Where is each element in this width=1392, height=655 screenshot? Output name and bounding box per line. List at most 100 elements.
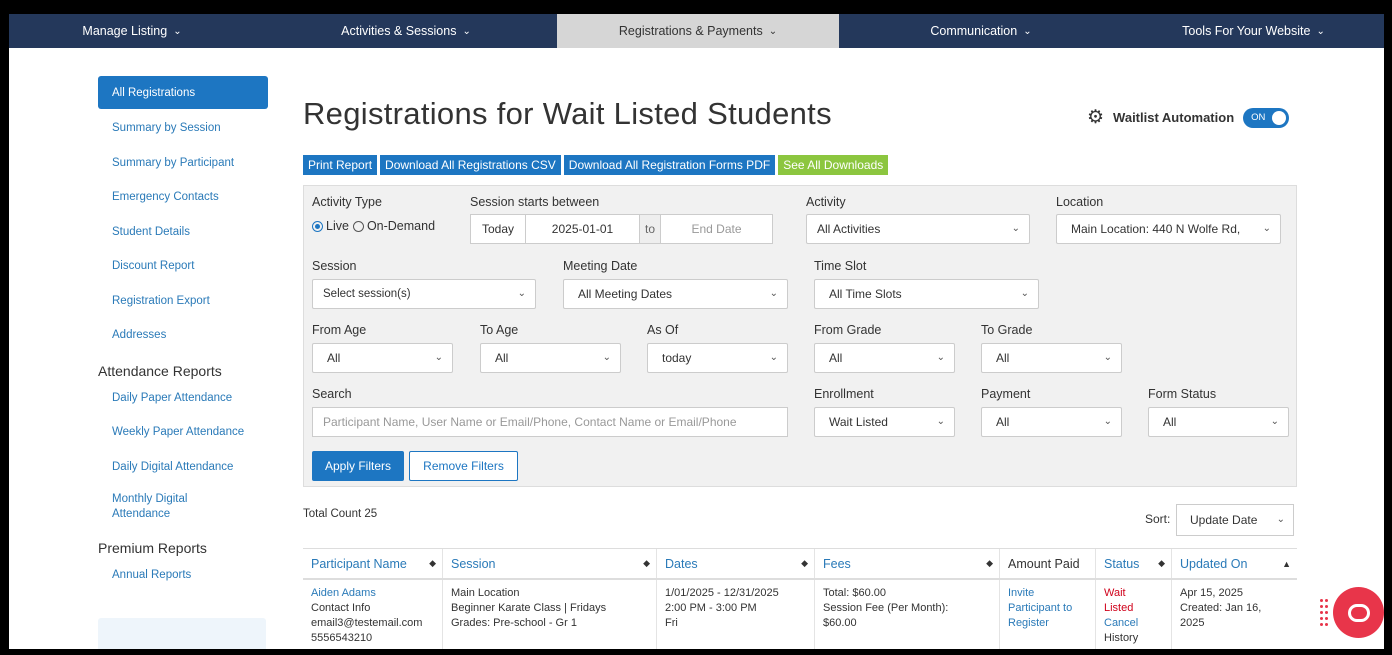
see-all-downloads-button[interactable]: See All Downloads xyxy=(778,155,889,175)
fee-session: Session Fee (Per Month): xyxy=(823,602,949,614)
time-slot-select[interactable]: All Time Slots ⌄ xyxy=(814,279,1039,309)
from-grade-select[interactable]: All ⌄ xyxy=(814,343,955,373)
from-age-select[interactable]: All ⌄ xyxy=(312,343,453,373)
print-report-button[interactable]: Print Report xyxy=(303,155,378,175)
live-radio[interactable] xyxy=(312,220,323,232)
session-value: Select session(s) xyxy=(323,288,411,300)
today-button[interactable]: Today xyxy=(471,215,526,243)
drag-handle-icon[interactable] xyxy=(1320,599,1330,631)
report-actions: Print Report Download All Registrations … xyxy=(303,155,891,175)
col-participant-name[interactable]: Participant Name ◆ xyxy=(303,549,443,578)
cancel-link[interactable]: Cancel xyxy=(1104,616,1163,631)
date-range-picker: Today 2025-01-01 to End Date xyxy=(470,214,773,244)
to-age-select[interactable]: All ⌄ xyxy=(480,343,621,373)
session-select[interactable]: Select session(s) ⌄ xyxy=(312,279,536,309)
to-grade-value: All xyxy=(996,351,1010,365)
registrations-table: Participant Name ◆ Session ◆ Dates ◆ Fees ◆ … xyxy=(303,548,1297,649)
chevron-down-icon: ⌄ xyxy=(1270,416,1279,427)
session-day: Fri xyxy=(665,617,678,629)
sidebar-item-registration-export[interactable]: Registration Export xyxy=(98,284,268,319)
participant-name-link[interactable]: Aiden Adams xyxy=(311,586,434,601)
page-title: Registrations for Wait Listed Students xyxy=(303,96,832,131)
nav-manage-listing[interactable]: Manage Listing ⌄ xyxy=(9,14,255,48)
history-link[interactable]: History xyxy=(1104,631,1163,646)
sidebar-item-monthly-digital[interactable]: Monthly Digital Attendance xyxy=(98,484,208,530)
location-select[interactable]: Main Location: 440 N Wolfe Rd, ⌄ xyxy=(1056,214,1281,244)
sidebar-item-annual-reports[interactable]: Annual Reports xyxy=(98,558,268,593)
sidebar-item-daily-digital[interactable]: Daily Digital Attendance xyxy=(98,450,268,485)
chevron-down-icon: ⌄ xyxy=(1276,514,1285,525)
col-status[interactable]: Status ◆ xyxy=(1096,549,1172,578)
nav-registrations-payments[interactable]: Registrations & Payments ⌄ xyxy=(557,14,839,48)
filter-panel: Activity Type Live On-Demand Session sta… xyxy=(303,185,1297,487)
payment-select[interactable]: All ⌄ xyxy=(981,407,1122,437)
payment-value: All xyxy=(996,415,1010,429)
sidebar: All Registrations Summary by Session Sum… xyxy=(98,76,268,593)
sidebar-item-summary-participant[interactable]: Summary by Participant xyxy=(98,146,268,181)
chevron-down-icon: ⌄ xyxy=(1262,223,1271,234)
sort-icon: ◆ xyxy=(1158,558,1165,568)
contact-phone: 5556543210 xyxy=(311,632,373,644)
waitlist-automation-toggle[interactable]: ON xyxy=(1243,107,1290,128)
download-pdf-button[interactable]: Download All Registration Forms PDF xyxy=(563,155,776,175)
sidebar-item-discount-report[interactable]: Discount Report xyxy=(98,249,268,284)
sidebar-item-daily-paper[interactable]: Daily Paper Attendance xyxy=(98,381,268,416)
as-of-select[interactable]: today ⌄ xyxy=(647,343,788,373)
toggle-label: ON xyxy=(1251,112,1266,123)
chevron-down-icon: ⌄ xyxy=(517,288,526,299)
col-dates[interactable]: Dates ◆ xyxy=(657,549,815,578)
col-session[interactable]: Session ◆ xyxy=(443,549,657,578)
sidebar-item-student-details[interactable]: Student Details xyxy=(98,215,268,250)
as-of-label: As Of xyxy=(647,323,679,337)
sort-select[interactable]: Update Date ⌄ xyxy=(1176,504,1294,536)
session-starts-label: Session starts between xyxy=(470,195,600,209)
sidebar-item-summary-session[interactable]: Summary by Session xyxy=(98,111,268,146)
activity-value: All Activities xyxy=(817,222,881,236)
sidebar-item-addresses[interactable]: Addresses xyxy=(98,318,268,353)
nav-label: Communication xyxy=(930,24,1018,38)
col-fees[interactable]: Fees ◆ xyxy=(815,549,1000,578)
form-status-select[interactable]: All ⌄ xyxy=(1148,407,1289,437)
sort-up-icon: ▲ xyxy=(1282,558,1291,569)
end-date-input[interactable]: End Date xyxy=(661,215,772,243)
nav-label: Activities & Sessions xyxy=(341,24,457,38)
cell-amount-paid: Invite Participant to Register xyxy=(1000,580,1096,649)
download-csv-button[interactable]: Download All Registrations CSV xyxy=(380,155,561,175)
from-age-label: From Age xyxy=(312,323,367,337)
col-label: Dates xyxy=(665,556,698,571)
col-label: Amount Paid xyxy=(1008,556,1080,571)
contact-email: email3@testemail.com xyxy=(311,617,423,629)
remove-filters-button[interactable]: Remove Filters xyxy=(409,451,518,481)
cell-status: Wait Listed Cancel History xyxy=(1096,580,1172,649)
activity-select[interactable]: All Activities ⌄ xyxy=(806,214,1030,244)
sidebar-item-all-registrations[interactable]: All Registrations xyxy=(98,76,268,109)
enrollment-select[interactable]: Wait Listed ⌄ xyxy=(814,407,955,437)
nav-label: Manage Listing xyxy=(82,24,168,38)
sort-value: Update Date xyxy=(1190,513,1258,527)
on-demand-radio[interactable] xyxy=(352,220,364,232)
nav-communication[interactable]: Communication ⌄ xyxy=(839,14,1123,48)
nav-activities-sessions[interactable]: Activities & Sessions ⌄ xyxy=(255,14,557,48)
to-grade-select[interactable]: All ⌄ xyxy=(981,343,1122,373)
chat-icon xyxy=(1347,603,1370,622)
from-grade-value: All xyxy=(829,351,843,365)
chat-widget-button[interactable] xyxy=(1333,587,1384,638)
start-date-input[interactable]: 2025-01-01 xyxy=(526,215,639,243)
enrollment-label: Enrollment xyxy=(814,387,874,401)
meeting-date-select[interactable]: All Meeting Dates ⌄ xyxy=(563,279,788,309)
form-status-label: Form Status xyxy=(1148,387,1217,401)
sidebar-item-weekly-paper[interactable]: Weekly Paper Attendance xyxy=(98,415,268,450)
col-updated-on[interactable]: Updated On ▲ xyxy=(1172,549,1297,578)
from-age-value: All xyxy=(327,351,341,365)
session-time: 2:00 PM - 3:00 PM xyxy=(665,602,757,614)
total-count: Total Count 25 xyxy=(303,508,378,520)
search-input[interactable]: Participant Name, User Name or Email/Pho… xyxy=(312,407,788,437)
nav-tools-website[interactable]: Tools For Your Website ⌄ xyxy=(1123,14,1384,48)
gear-icon[interactable]: ⚙ xyxy=(1087,106,1104,129)
invite-participant-link[interactable]: Invite Participant to Register xyxy=(1008,586,1087,631)
apply-filters-button[interactable]: Apply Filters xyxy=(312,451,404,481)
location-label: Location xyxy=(1056,195,1104,209)
fee-total: Total: $60.00 xyxy=(823,587,886,599)
sidebar-item-emergency-contacts[interactable]: Emergency Contacts xyxy=(98,180,268,215)
from-grade-label: From Grade xyxy=(814,323,882,337)
